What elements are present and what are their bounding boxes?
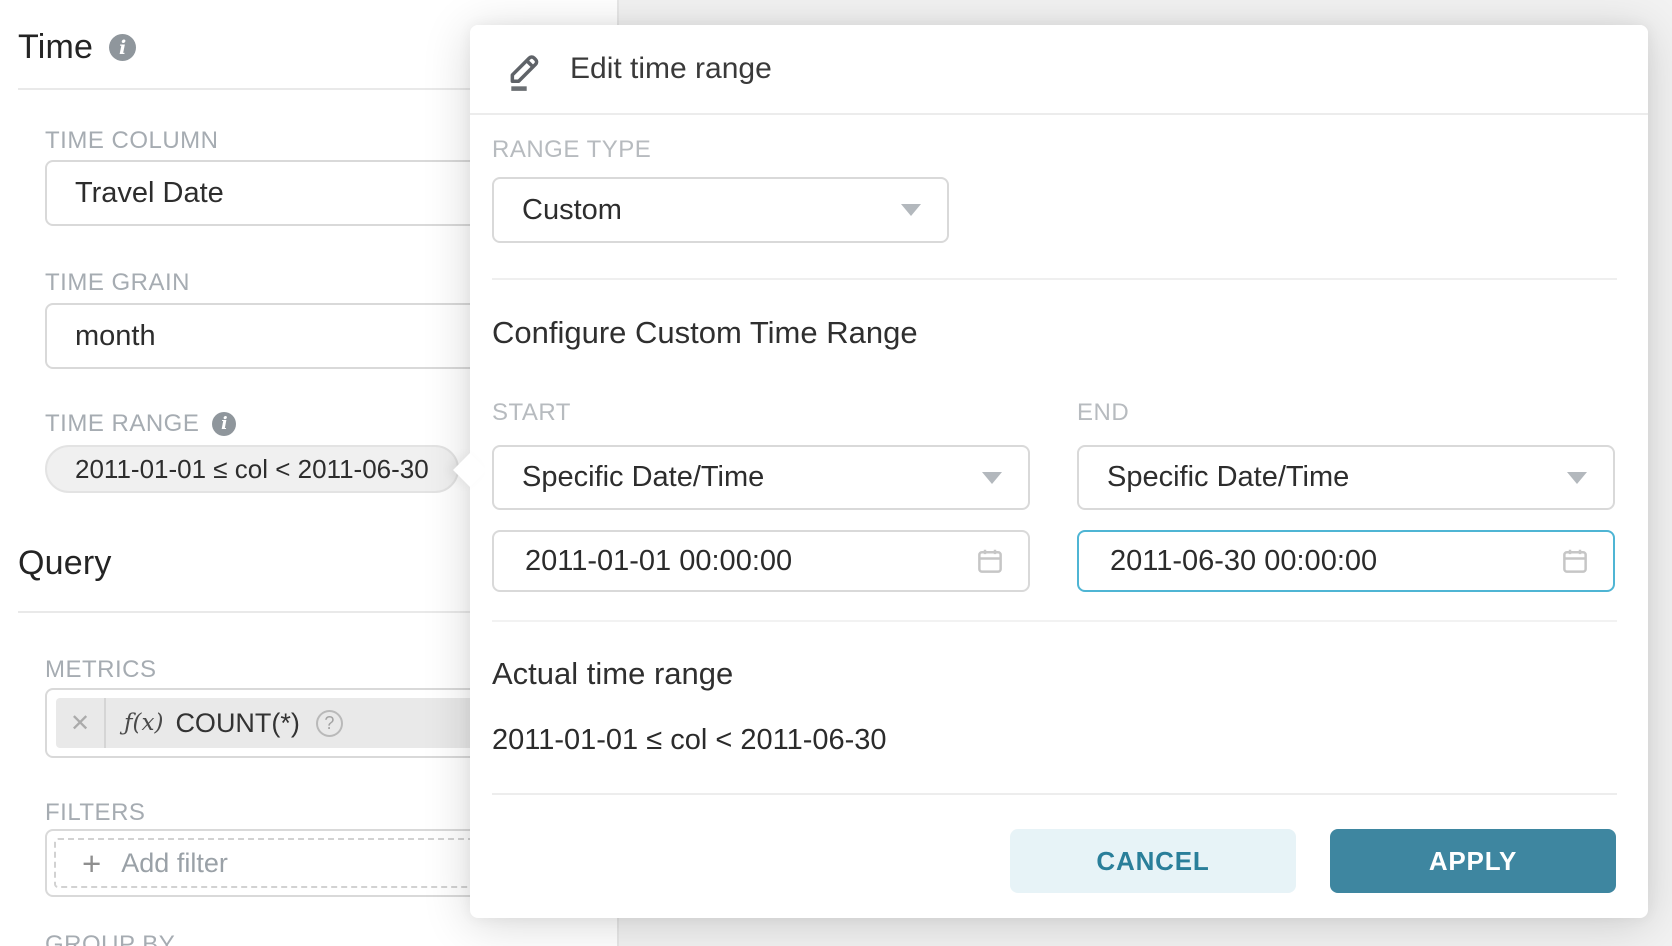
end-mode-value: Specific Date/Time	[1107, 461, 1349, 494]
explore-page: Time i TIME COLUMN Travel Date TIME GRAI…	[0, 0, 1672, 946]
configure-heading: Configure Custom Time Range	[492, 315, 918, 351]
edit-pencil-icon	[505, 46, 547, 92]
popover-header: Edit time range	[470, 25, 1648, 115]
range-type-select[interactable]: Custom	[492, 177, 949, 243]
actual-time-range-heading: Actual time range	[492, 656, 733, 692]
end-datetime-input[interactable]: 2011-06-30 00:00:00	[1077, 530, 1615, 592]
remove-metric-icon[interactable]: ✕	[56, 709, 104, 738]
apply-button[interactable]: APPLY	[1330, 829, 1616, 893]
end-label: END	[1077, 399, 1615, 427]
popover-title: Edit time range	[570, 52, 772, 86]
start-label: START	[492, 399, 1030, 427]
time-range-label-row: TIME RANGE i	[45, 410, 236, 438]
time-section-title: Time	[18, 28, 93, 67]
calendar-icon[interactable]	[975, 546, 1005, 576]
end-column: END Specific Date/Time 2011-06-30 00:00:…	[1077, 399, 1615, 592]
time-grain-value: month	[75, 320, 156, 353]
time-range-pill[interactable]: 2011-01-01 ≤ col < 2011-06-30	[45, 445, 459, 493]
help-icon[interactable]: ?	[316, 710, 343, 737]
add-filter-label: Add filter	[121, 848, 228, 879]
start-mode-value: Specific Date/Time	[522, 461, 764, 494]
range-type-value: Custom	[522, 194, 622, 227]
time-range-label: TIME RANGE	[45, 410, 199, 438]
query-section-title: Query	[18, 544, 112, 583]
chevron-down-icon	[1567, 472, 1587, 484]
metric-name: COUNT(*)	[175, 708, 299, 739]
edit-time-range-popover: Edit time range RANGE TYPE Custom Config…	[470, 25, 1648, 918]
plus-icon: +	[82, 847, 101, 880]
cancel-button[interactable]: CANCEL	[1010, 829, 1296, 893]
chevron-down-icon	[901, 204, 921, 216]
time-section-header: Time i	[18, 28, 136, 67]
time-grain-label: TIME GRAIN	[45, 269, 190, 297]
end-mode-select[interactable]: Specific Date/Time	[1077, 445, 1615, 510]
start-datetime-value: 2011-01-01 00:00:00	[525, 545, 792, 578]
chevron-down-icon	[982, 472, 1002, 484]
filters-label: FILTERS	[45, 799, 145, 827]
time-column-label: TIME COLUMN	[45, 127, 219, 155]
start-column: START Specific Date/Time 2011-01-01 00:0…	[492, 399, 1030, 592]
info-icon[interactable]: i	[212, 412, 236, 436]
actual-time-range-value: 2011-01-01 ≤ col < 2011-06-30	[492, 724, 887, 757]
chip-divider	[104, 698, 106, 748]
metrics-label: METRICS	[45, 656, 157, 684]
range-type-label: RANGE TYPE	[492, 136, 651, 164]
query-section-header: Query	[18, 544, 112, 583]
calendar-icon[interactable]	[1560, 546, 1590, 576]
start-datetime-input[interactable]: 2011-01-01 00:00:00	[492, 530, 1030, 592]
end-datetime-value: 2011-06-30 00:00:00	[1110, 545, 1377, 578]
info-icon[interactable]: i	[109, 34, 136, 61]
divider	[492, 620, 1617, 622]
start-mode-select[interactable]: Specific Date/Time	[492, 445, 1030, 510]
divider	[492, 278, 1617, 280]
footer-divider	[492, 793, 1617, 795]
function-icon: ƒ(x)	[124, 710, 163, 736]
time-column-value: Travel Date	[75, 177, 224, 210]
group-by-label: GROUP BY	[45, 931, 175, 946]
